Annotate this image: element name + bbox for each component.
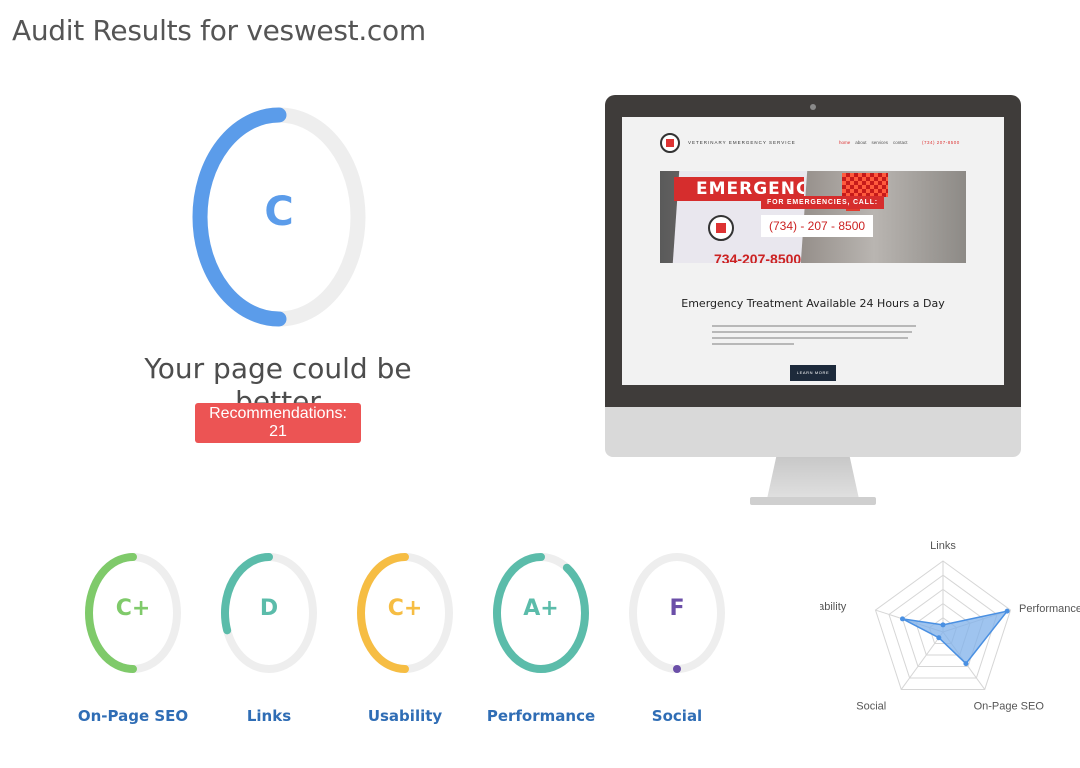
site-preview-screen: VETERINARY EMERGENCY SERVICE home about … <box>622 117 1004 385</box>
category-label-social[interactable]: Social <box>607 707 747 725</box>
radar-data-point <box>1004 608 1010 614</box>
category-grade: D <box>259 596 279 621</box>
radar-data-point <box>940 622 946 628</box>
site-nav-item: home <box>839 140 851 145</box>
recommendations-button[interactable]: Recommendations: 21 <box>195 403 361 443</box>
site-headline: Emergency Treatment Available 24 Hours a… <box>681 297 945 310</box>
text-line <box>712 337 908 339</box>
site-preview-monitor: VETERINARY EMERGENCY SERVICE home about … <box>605 95 1021 510</box>
site-nav-item: services <box>871 140 889 145</box>
category-ring-dot <box>673 665 681 673</box>
category-performance: A+ Performance <box>487 550 595 725</box>
hero-pixel-cross-icon <box>842 173 888 197</box>
site-phone: (734) 207-8500 <box>922 140 960 145</box>
category-radar-chart: Links Performance On-Page SEO Social Usabili… <box>805 515 1080 755</box>
site-nav: home about services contact <box>839 140 908 145</box>
site-logo-icon <box>660 133 680 153</box>
radar-data-point <box>936 635 942 641</box>
text-line <box>712 331 912 333</box>
page-title: Audit Results for veswest.com <box>12 14 426 47</box>
category-label-usability[interactable]: Usability <box>335 707 475 725</box>
radar-data-point <box>899 616 905 622</box>
category-label-on-page-seo[interactable]: On-Page SEO <box>63 707 203 725</box>
radar-chart-svg: Links Performance On-Page SEO Social Usabili… <box>805 540 1080 712</box>
text-line <box>712 325 916 327</box>
site-learn-more-button: LEARN MORE <box>790 365 836 381</box>
radar-axis-label: Usability <box>820 601 847 613</box>
category-usability: C+ Usability <box>355 550 455 725</box>
site-name: VETERINARY EMERGENCY SERVICE <box>688 140 796 145</box>
monitor-base <box>750 497 876 505</box>
hero-cta-phone: (734) - 207 - 8500 <box>761 215 874 237</box>
site-nav-item: contact <box>893 140 908 145</box>
category-grade: C+ <box>115 596 151 621</box>
category-grade: C+ <box>387 596 423 621</box>
category-on-page-seo: C+ On-Page SEO <box>78 550 188 725</box>
monitor-bezel: VETERINARY EMERGENCY SERVICE home about … <box>605 95 1021 409</box>
monitor-camera <box>810 104 816 110</box>
monitor-stand <box>767 457 859 499</box>
category-grade: F <box>669 596 685 621</box>
site-nav-item: about <box>855 140 867 145</box>
category-social: F Social <box>627 550 727 725</box>
overall-grade-ring: C <box>190 105 368 329</box>
text-line <box>712 343 794 345</box>
radar-data-area <box>902 609 1010 665</box>
radar-axis-label: On-Page SEO <box>974 700 1045 712</box>
radar-data-point <box>963 661 969 667</box>
monitor-chin <box>605 407 1021 457</box>
category-label-links[interactable]: Links <box>199 707 339 725</box>
radar-axis-label: Links <box>930 540 956 552</box>
site-paragraph <box>712 325 916 349</box>
overall-grade: C <box>264 189 294 235</box>
hero-cta-label: FOR EMERGENCIES, CALL: <box>761 196 884 209</box>
hero-emblem-icon <box>708 215 734 241</box>
category-links: D Links <box>219 550 319 725</box>
radar-axis-label: Performance <box>1019 603 1080 615</box>
category-label-performance[interactable]: Performance <box>471 707 611 725</box>
radar-axis-label: Social <box>856 700 886 712</box>
hero-sign-number: 734-207-8500 <box>714 251 802 263</box>
category-grade: A+ <box>523 596 559 621</box>
site-hero-image: EMERGENCY 734-207-8500 FOR EMERGENCIES, … <box>660 171 966 263</box>
